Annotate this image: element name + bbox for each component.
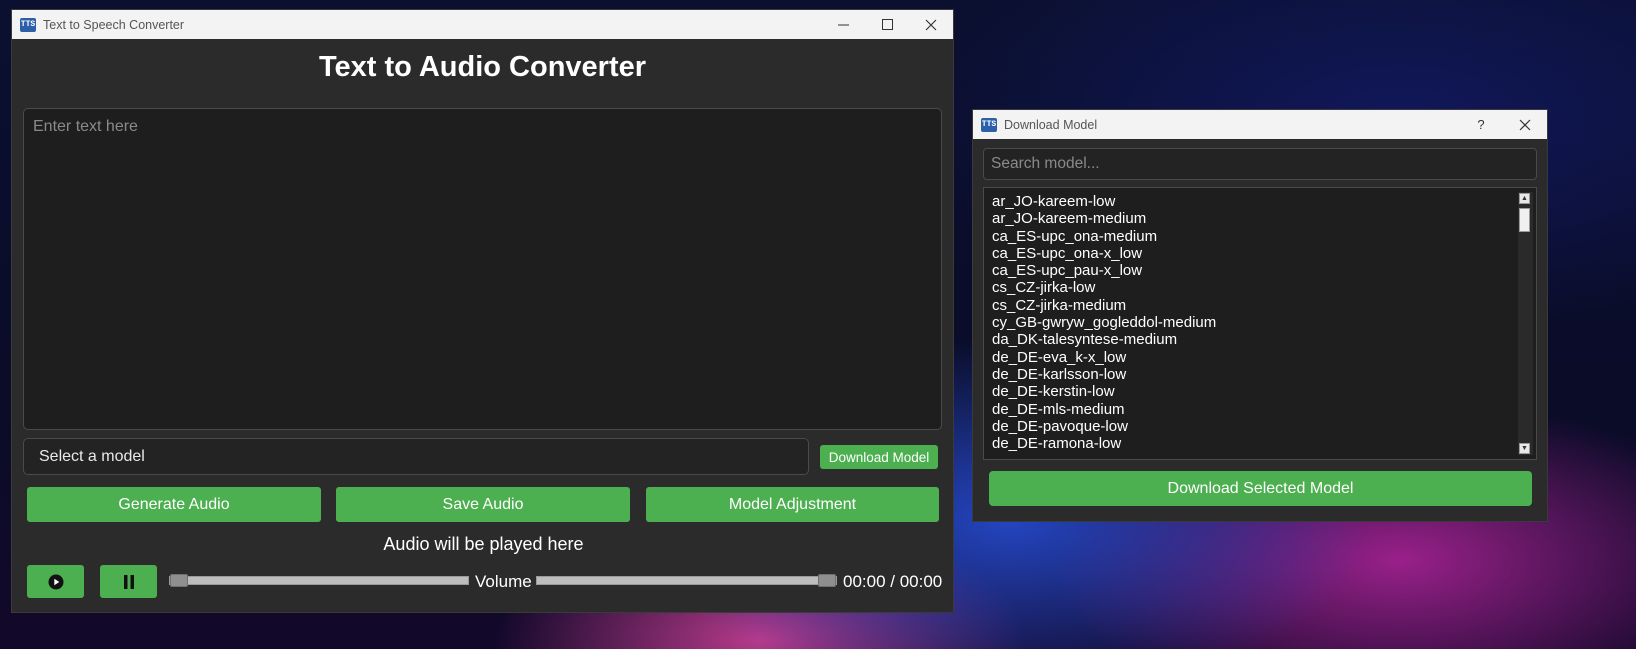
close-button[interactable] — [909, 10, 953, 39]
main-window: TTS Text to Speech Converter Text to Aud… — [11, 9, 954, 613]
progress-slider-handle[interactable] — [170, 574, 188, 587]
maximize-icon — [881, 19, 893, 30]
model-list-items: ar_JO-kareem-low ar_JO-kareem-medium ca_ES… — [984, 188, 1536, 452]
list-item[interactable]: ca_ES-upc_pau-x_low — [984, 262, 1536, 279]
list-item[interactable]: cs_CZ-jirka-medium — [984, 297, 1536, 314]
model-select[interactable]: Select a model — [23, 438, 809, 475]
list-item[interactable]: de_DE-kerstin-low — [984, 383, 1536, 400]
main-titlebar[interactable]: TTS Text to Speech Converter — [12, 10, 953, 39]
scrollbar-thumb[interactable] — [1519, 208, 1530, 232]
list-item[interactable]: da_DK-talesyntese-medium — [984, 331, 1536, 348]
app-icon: TTS — [20, 17, 36, 32]
list-item[interactable]: de_DE-mls-medium — [984, 401, 1536, 418]
list-item[interactable]: ar_JO-kareem-low — [984, 193, 1536, 210]
model-list[interactable]: ar_JO-kareem-low ar_JO-kareem-medium ca_ES… — [983, 187, 1537, 460]
app-icon: TTS — [981, 117, 997, 132]
text-input[interactable]: Enter text here — [23, 108, 942, 430]
dialog-close-button[interactable] — [1503, 110, 1547, 139]
list-item[interactable]: de_DE-eva_k-x_low — [984, 349, 1536, 366]
close-icon — [1519, 119, 1531, 130]
dialog-titlebar[interactable]: TTS Download Model ? — [973, 110, 1547, 139]
save-audio-button[interactable]: Save Audio — [336, 487, 630, 522]
help-button[interactable]: ? — [1459, 110, 1503, 139]
download-model-button[interactable]: Download Model — [820, 445, 938, 469]
list-item[interactable]: ar_JO-kareem-medium — [984, 210, 1536, 227]
maximize-button[interactable] — [865, 10, 909, 39]
pause-button[interactable] — [100, 565, 157, 598]
minimize-button[interactable] — [821, 10, 865, 39]
volume-label: Volume — [475, 572, 532, 591]
model-list-scrollbar[interactable]: ▲ ▼ — [1518, 192, 1533, 455]
progress-slider[interactable] — [169, 574, 469, 587]
list-item[interactable]: ca_ES-upc_ona-x_low — [984, 245, 1536, 262]
list-item[interactable]: de_DE-karlsson-low — [984, 366, 1536, 383]
list-item[interactable]: ca_ES-upc_ona-medium — [984, 228, 1536, 245]
text-input-placeholder: Enter text here — [33, 118, 138, 135]
model-search-input[interactable]: Search model... — [983, 148, 1537, 180]
volume-slider[interactable] — [536, 574, 837, 587]
model-search-placeholder: Search model... — [991, 155, 1100, 172]
download-model-dialog: TTS Download Model ? Search model... ar_… — [972, 109, 1548, 522]
time-display: 00:00 / 00:00 — [843, 572, 943, 591]
minimize-icon — [837, 24, 849, 26]
play-button[interactable] — [27, 565, 84, 598]
model-adjustment-button[interactable]: Model Adjustment — [646, 487, 939, 522]
scroll-down-arrow[interactable]: ▼ — [1519, 443, 1530, 454]
volume-slider-handle[interactable] — [818, 574, 836, 587]
generate-audio-button[interactable]: Generate Audio — [27, 487, 321, 522]
list-item[interactable]: de_DE-ramona-low — [984, 435, 1536, 452]
close-icon — [925, 19, 937, 30]
scroll-up-arrow[interactable]: ▲ — [1519, 193, 1530, 204]
pause-icon — [123, 574, 134, 589]
dialog-title: Download Model — [1004, 117, 1098, 132]
audio-status: Audio will be played here — [383, 534, 584, 554]
list-item[interactable]: cs_CZ-jirka-low — [984, 279, 1536, 296]
download-selected-model-button[interactable]: Download Selected Model — [989, 471, 1532, 506]
play-icon — [48, 574, 63, 589]
list-item[interactable]: de_DE-pavoque-low — [984, 418, 1536, 435]
list-item[interactable]: cy_GB-gwryw_gogleddol-medium — [984, 314, 1536, 331]
window-title: Text to Speech Converter — [43, 17, 185, 32]
page-title: Text to Audio Converter — [318, 51, 647, 83]
